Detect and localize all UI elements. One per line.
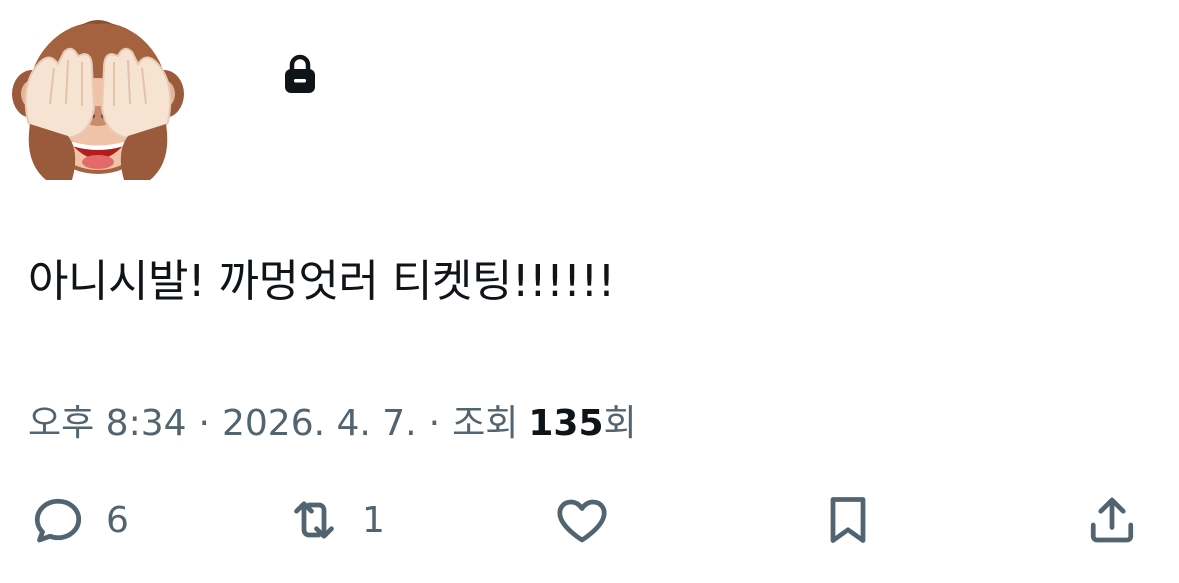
see-no-evil-monkey-icon <box>12 20 184 180</box>
retweet-button[interactable]: 1 <box>284 480 385 560</box>
reply-count: 6 <box>106 499 129 541</box>
tweet-date[interactable]: 2026. 4. 7. <box>222 403 417 444</box>
share-icon <box>1090 497 1134 543</box>
share-button[interactable] <box>1082 480 1142 560</box>
author-handle[interactable] <box>280 120 410 160</box>
heart-icon <box>557 499 607 543</box>
views-suffix: 회 <box>603 403 637 444</box>
meta-separator: · <box>428 403 441 444</box>
bookmark-button[interactable] <box>818 480 896 560</box>
lock-icon <box>285 54 315 93</box>
tweet-text: 아니시발! 까멍엇러 티켓팅!!!!!! <box>28 256 615 307</box>
views-label: 조회 <box>452 403 519 444</box>
action-bar: 6 1 <box>0 480 1179 560</box>
meta-separator: · <box>198 403 210 444</box>
tweet-meta: 오후 8:34 · 2026. 4. 7. · 조회 135 회 <box>28 394 637 446</box>
bookmark-icon <box>830 497 866 543</box>
avatar[interactable] <box>10 12 186 184</box>
retweet-count: 1 <box>362 499 385 541</box>
reply-icon <box>34 498 82 543</box>
views-count: 135 <box>528 403 604 444</box>
like-button[interactable] <box>552 480 630 560</box>
tweet: 아니시발! 까멍엇러 티켓팅!!!!!! 오후 8:34 · 2026. 4. … <box>0 0 1179 583</box>
reply-button[interactable]: 6 <box>28 480 129 560</box>
author-name-row[interactable] <box>272 52 320 96</box>
tweet-time[interactable]: 오후 8:34 <box>28 394 187 446</box>
retweet-icon <box>294 501 334 539</box>
